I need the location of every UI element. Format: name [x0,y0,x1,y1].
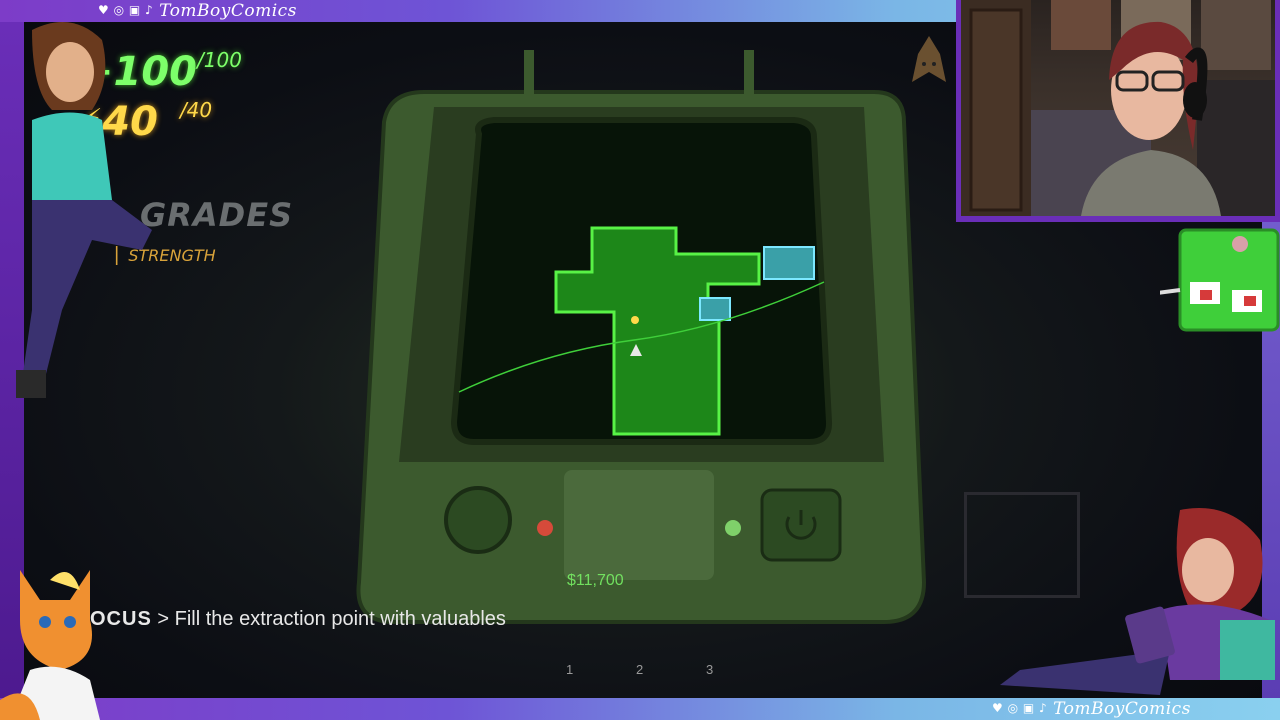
slime-sticker [1160,228,1280,332]
inventory-slot-2[interactable]: 2 [636,662,643,677]
minimap-room-blue-small [699,297,731,321]
monitor-round-button-icon[interactable] [444,486,512,554]
webcam-feed [961,0,1275,216]
bat-icon [912,36,946,82]
fox-sticker [0,570,100,720]
minimap-room-blue [763,246,815,280]
monitor-money: $11,700 [567,572,624,589]
antenna-left [524,50,534,94]
upgrades-title: GRADES [140,196,294,234]
monitor-green-light-icon [725,520,741,536]
inventory-slot-1[interactable]: 1 [566,662,573,677]
monitor-display-panel [564,470,714,580]
inventory-slot-3[interactable]: 3 [706,662,713,677]
health-max: /100 [197,48,242,72]
objective-bar: OCUS > Fill the extraction point with va… [90,608,506,631]
brand-top-text: TomBoyComics [159,1,297,21]
streamer-image [961,0,1275,216]
objective-text: Fill the extraction point with valuables [174,608,506,630]
monitor-red-light-icon [537,520,553,536]
objective-arrow: > [157,608,170,630]
energy-max: /40 [179,98,213,122]
social-icons-bottom: ♥ ◎ ▣ ♪ [992,701,1048,715]
character-sticker-bottom-right [1000,508,1275,695]
webcam-frame [956,0,1280,222]
brand-bottom-text: TomBoyComics [1053,699,1191,719]
character-sticker-left-top [16,22,152,398]
brand-bottom: ♥ ◎ ▣ ♪ TomBoyComics [992,699,1191,719]
valuable-marker-icon [631,316,639,324]
antenna-right [744,50,754,94]
